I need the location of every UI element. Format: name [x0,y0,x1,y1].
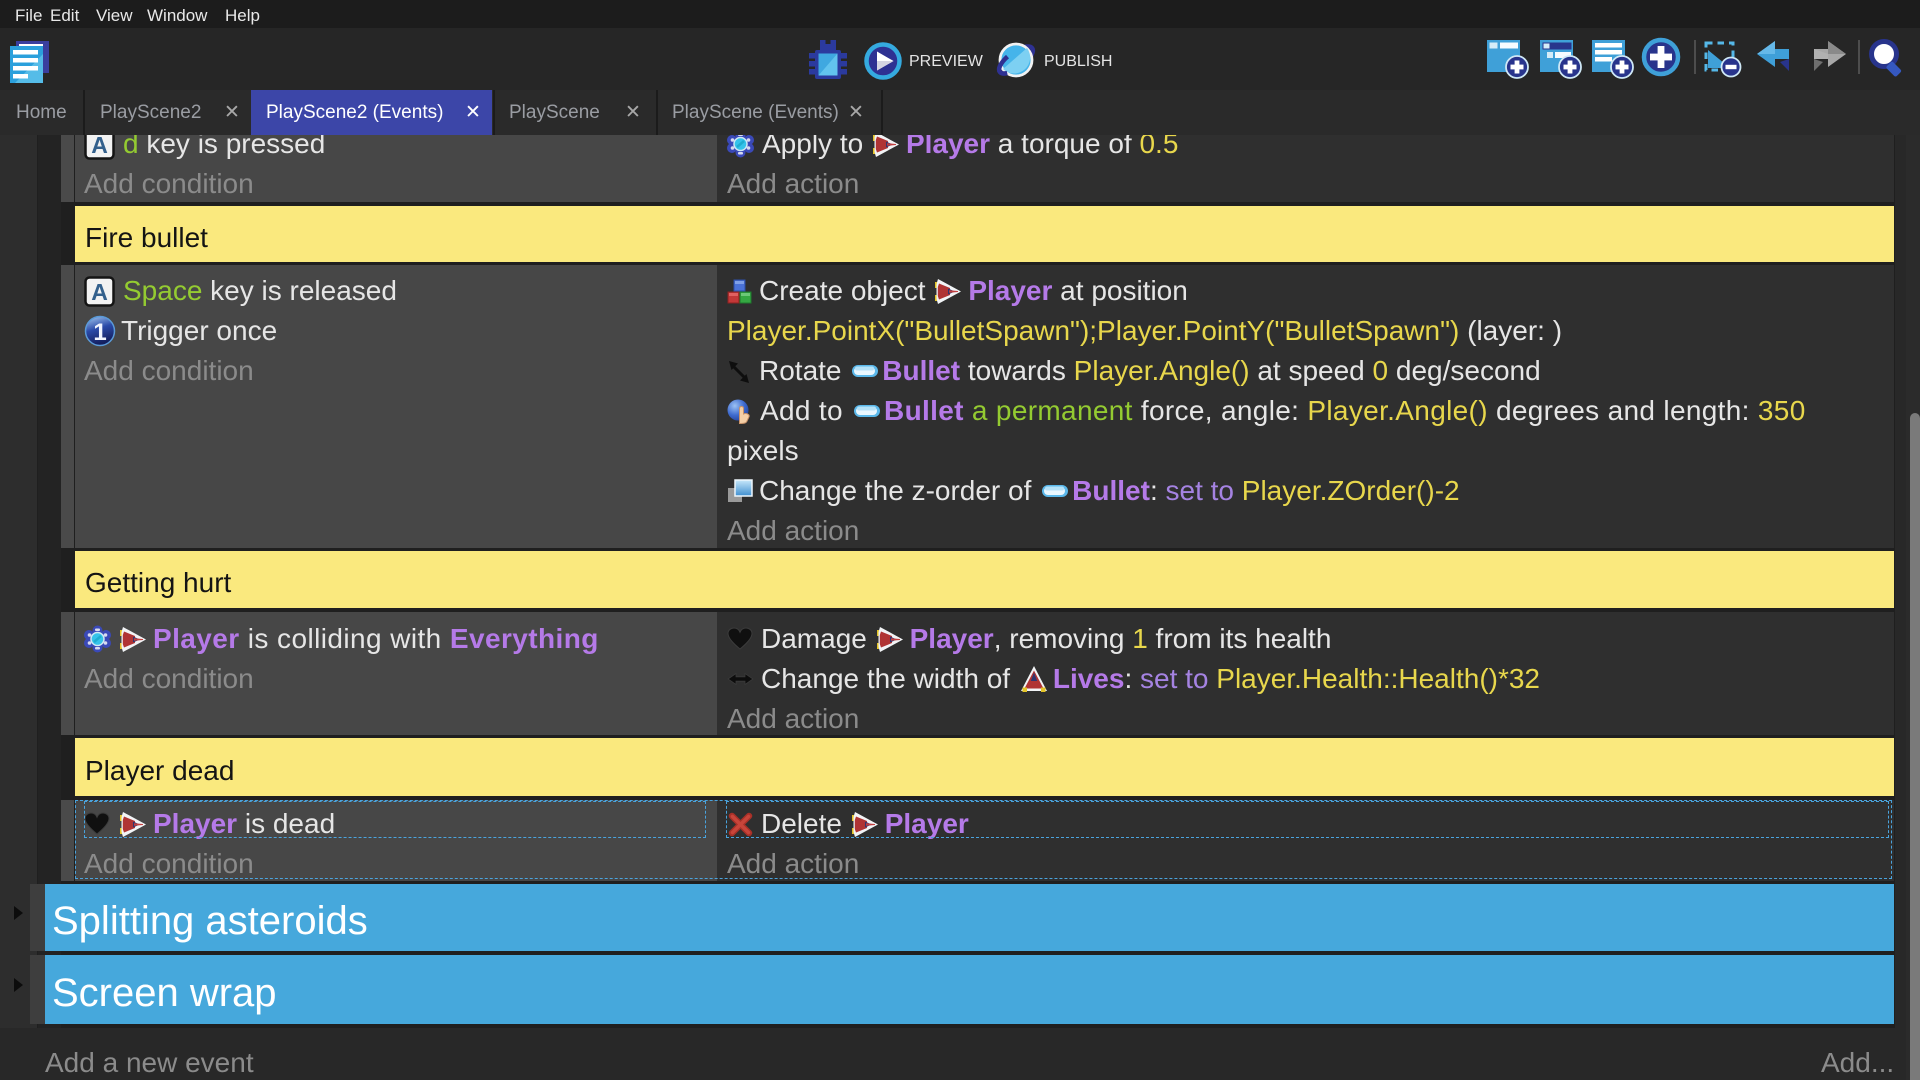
svg-text:A: A [91,135,108,158]
svg-text:A: A [91,279,108,305]
svg-text:1: 1 [93,319,106,346]
